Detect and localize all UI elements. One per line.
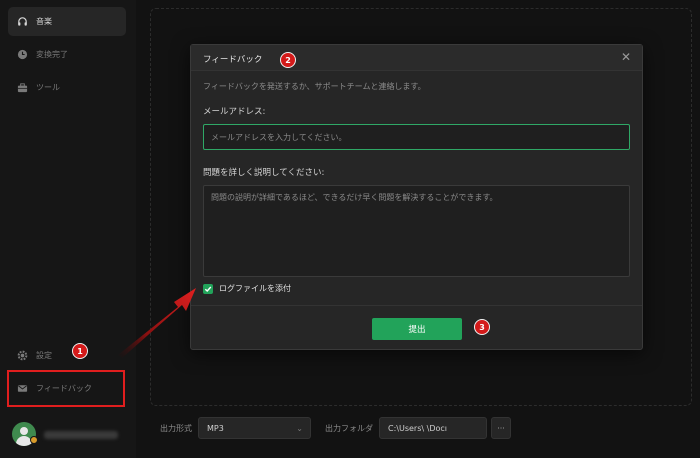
attach-log-option[interactable]: ログファイルを添付	[203, 283, 291, 294]
chevron-down-icon: ⌄	[296, 424, 303, 433]
submit-button[interactable]: 提出	[372, 318, 462, 340]
sidebar-item-music[interactable]: 音楽	[8, 7, 126, 36]
sidebar-item-label: ツール	[36, 83, 60, 92]
output-format-value: MP3	[207, 423, 224, 433]
sidebar-item-converted[interactable]: 変換完了	[8, 40, 126, 69]
email-placeholder: メールアドレスを入力してください。	[211, 132, 347, 142]
sidebar: 音楽 変換完了 ツール 設定 フィードバック	[0, 0, 136, 458]
username-blurred	[44, 431, 118, 439]
output-settings-bar: 出力形式 MP3 ⌄ 出力フォルダ C:\Users\ \Docı ···	[150, 414, 692, 442]
dialog-footer: 提出	[191, 305, 642, 350]
gear-icon	[17, 350, 28, 361]
problem-description-field[interactable]: 問題の説明が詳細であるほど、できるだけ早く問題を解決することができます。	[203, 185, 630, 277]
output-folder-path[interactable]: C:\Users\ \Docı	[379, 417, 487, 439]
sidebar-item-label: 変換完了	[36, 50, 68, 59]
email-field[interactable]: メールアドレスを入力してください。	[203, 124, 630, 150]
browse-folder-button[interactable]: ···	[491, 417, 511, 439]
headphones-icon	[17, 16, 28, 27]
close-icon[interactable]: ✕	[621, 50, 631, 64]
annotation-badge-1: 1	[72, 343, 88, 359]
toolbox-icon	[17, 82, 28, 93]
clock-icon	[17, 49, 28, 60]
sidebar-item-label: 設定	[36, 351, 52, 360]
output-format-select[interactable]: MP3 ⌄	[198, 417, 311, 439]
annotation-badge-2: 2	[280, 52, 296, 68]
annotation-badge-3: 3	[474, 319, 490, 335]
sidebar-item-label: 音楽	[36, 17, 52, 26]
feedback-dialog: フィードバック ✕ フィードバックを発送するか、サポートチームと連絡します。 メ…	[190, 44, 643, 350]
email-label: メールアドレス:	[203, 107, 266, 117]
dialog-header: フィードバック ✕	[191, 45, 642, 71]
dialog-title: フィードバック	[203, 55, 263, 65]
output-folder-value: C:\Users\ \Docı	[388, 423, 447, 433]
dialog-description: フィードバックを発送するか、サポートチームと連絡します。	[203, 82, 426, 91]
more-icon: ···	[497, 423, 505, 433]
avatar-badge	[30, 436, 38, 444]
feedback-highlight-box	[7, 370, 125, 407]
sidebar-item-settings[interactable]: 設定	[8, 341, 126, 370]
output-folder-label: 出力フォルダ	[325, 423, 373, 433]
attach-log-label: ログファイルを添付	[219, 284, 291, 293]
problem-placeholder: 問題の説明が詳細であるほど、できるだけ早く問題を解決することができます。	[211, 193, 498, 202]
output-format-label: 出力形式	[160, 423, 192, 433]
problem-label: 問題を詳しく説明してください:	[203, 168, 325, 178]
checkbox-checked-icon[interactable]	[203, 283, 213, 294]
sidebar-item-tools[interactable]: ツール	[8, 73, 126, 102]
